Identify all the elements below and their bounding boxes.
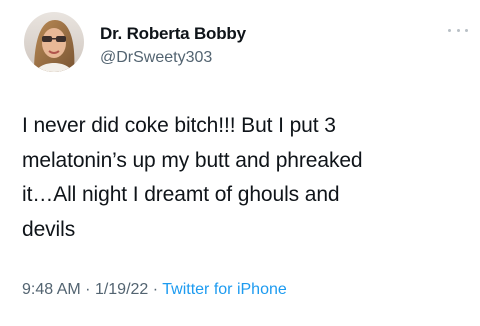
author-name[interactable]: Dr. Roberta Bobby bbox=[100, 24, 246, 44]
meta-separator: · bbox=[85, 281, 91, 298]
tweet-meta: 9:48 AM · 1/19/22 · Twitter for iPhone bbox=[22, 281, 287, 299]
author-handle[interactable]: @DrSweety303 bbox=[100, 49, 212, 67]
meta-separator: · bbox=[152, 281, 159, 298]
more-options-dot bbox=[465, 28, 468, 32]
more-options-icon[interactable] bbox=[448, 24, 468, 36]
profile-photo bbox=[24, 12, 84, 72]
tweet-card: Dr. Roberta Bobby @DrSweety303 I never d… bbox=[0, 0, 480, 326]
avatar[interactable] bbox=[24, 12, 84, 72]
tweet-source[interactable]: Twitter for iPhone bbox=[162, 281, 287, 298]
tweet-text: I never did coke bitch!!! But I put 3 me… bbox=[22, 114, 363, 241]
more-options-dot bbox=[448, 28, 451, 32]
tweet-time[interactable]: 9:48 AM bbox=[22, 281, 81, 298]
tweet-date[interactable]: 1/19/22 bbox=[95, 281, 148, 298]
more-options-dot bbox=[456, 28, 460, 32]
